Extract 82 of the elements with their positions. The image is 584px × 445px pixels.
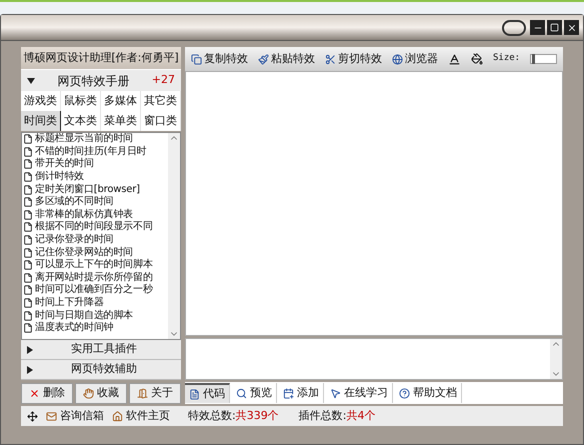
home-icon (112, 410, 123, 422)
count-label: +27 (152, 72, 175, 88)
help-icon (399, 388, 410, 398)
file-icon (23, 222, 33, 232)
move-icon[interactable] (27, 410, 38, 422)
file-icon (23, 298, 33, 308)
effect-item[interactable]: 定时关闭窗口[browser] (35, 184, 140, 196)
paint-bucket-icon[interactable] (471, 53, 483, 65)
minimize-button[interactable] (530, 20, 545, 35)
logo-icon (502, 20, 526, 36)
file-icon (23, 210, 33, 220)
size-label: Size: (493, 52, 520, 66)
globe-icon (392, 54, 403, 64)
document-icon (189, 388, 200, 400)
file-icon (23, 260, 33, 270)
category-tab[interactable]: 其它类 (141, 91, 181, 111)
toolbar-button[interactable]: 粘贴特效 (258, 50, 315, 68)
file-icon (23, 159, 33, 170)
brush-icon (258, 54, 269, 64)
effect-item[interactable]: 记住你登录网站的时间 (35, 246, 134, 259)
effect-item[interactable]: 多区域的不同时间 (35, 196, 114, 208)
effects-total: 特效总数:共339个 (188, 408, 279, 424)
close-icon (566, 22, 576, 32)
font-color-icon[interactable] (448, 52, 461, 66)
effect-item[interactable]: 离开网站时提示你所停留的 (35, 272, 153, 284)
action-button[interactable]: 删除 (21, 383, 73, 404)
maximize-button[interactable] (547, 20, 562, 35)
category-tab[interactable]: 时间类 (21, 111, 61, 131)
section-header[interactable]: 网页特效辅助 (21, 360, 181, 380)
effect-item[interactable]: 记录你登录的时间 (35, 234, 114, 246)
action-button[interactable]: 收藏 (75, 383, 127, 404)
slider-thumb[interactable] (532, 54, 535, 64)
effect-item[interactable]: 时间可以准确到百分之一秒 (35, 284, 153, 296)
door-icon (137, 388, 148, 399)
status-link[interactable]: 软件主页 (112, 408, 170, 424)
file-icon (23, 248, 33, 258)
file-icon (23, 272, 33, 283)
effect-item[interactable]: 倒计时特效 (35, 171, 84, 184)
effect-item[interactable]: 可以显示上下午的时间脚本 (35, 259, 153, 272)
editor-tab[interactable]: 代码 (185, 383, 230, 403)
file-icon (23, 134, 33, 144)
effect-item[interactable]: 非常棒的鼠标仿真钟表 (35, 208, 134, 221)
category-tab[interactable]: 文本类 (61, 111, 101, 131)
file-icon (23, 172, 33, 182)
effect-item[interactable]: 带开关的时间 (35, 158, 94, 170)
section-header[interactable]: 实用工具插件 (21, 340, 181, 360)
effect-item[interactable]: 时间与日期自选的脚本 (35, 310, 134, 322)
status-link[interactable]: 咨询信箱 (46, 408, 104, 424)
toolbar-button[interactable]: 复制特效 (191, 50, 248, 68)
calendar-plus-icon (283, 388, 294, 398)
scrollbar[interactable] (168, 133, 180, 339)
section-header[interactable]: 网页特效手册 +27 (21, 69, 181, 91)
file-icon (23, 285, 33, 296)
toolbar-button[interactable]: 剪切特效 (325, 50, 382, 68)
action-button[interactable]: 关于 (129, 383, 181, 404)
close-button[interactable] (564, 20, 579, 35)
app-title: 博硕网页设计助理[作者:何勇平] (21, 47, 181, 69)
plugins-total: 插件总数:共4个 (298, 408, 376, 424)
cursor-icon (330, 388, 341, 398)
x-icon (29, 388, 40, 399)
effect-item[interactable]: 根据不同的时间段显示不同 (35, 221, 153, 234)
magnifier-icon (236, 388, 247, 398)
scissors-icon (325, 54, 336, 64)
effect-item[interactable]: 标题栏显示当前的时间 (35, 133, 134, 146)
toolbar-button[interactable]: 浏览器 (392, 50, 438, 68)
file-icon (23, 184, 33, 195)
file-icon (23, 323, 33, 334)
effect-item[interactable]: 时间上下升降器 (35, 297, 104, 310)
file-icon (23, 197, 33, 208)
maximize-icon (550, 23, 559, 32)
effect-item[interactable]: 温度表式的时间钟 (35, 322, 114, 334)
file-icon (23, 146, 33, 157)
effect-item[interactable]: 不错的时间挂历(年月日时 (35, 146, 147, 158)
file-icon (23, 235, 33, 246)
file-icon (23, 310, 33, 321)
size-slider[interactable] (530, 54, 557, 64)
category-tab[interactable]: 菜单类 (101, 111, 141, 131)
category-tab[interactable]: 游戏类 (21, 91, 61, 111)
scrollbar[interactable] (550, 339, 562, 379)
copy-icon (191, 54, 202, 64)
hand-icon (83, 388, 94, 399)
mail-icon (46, 410, 57, 422)
